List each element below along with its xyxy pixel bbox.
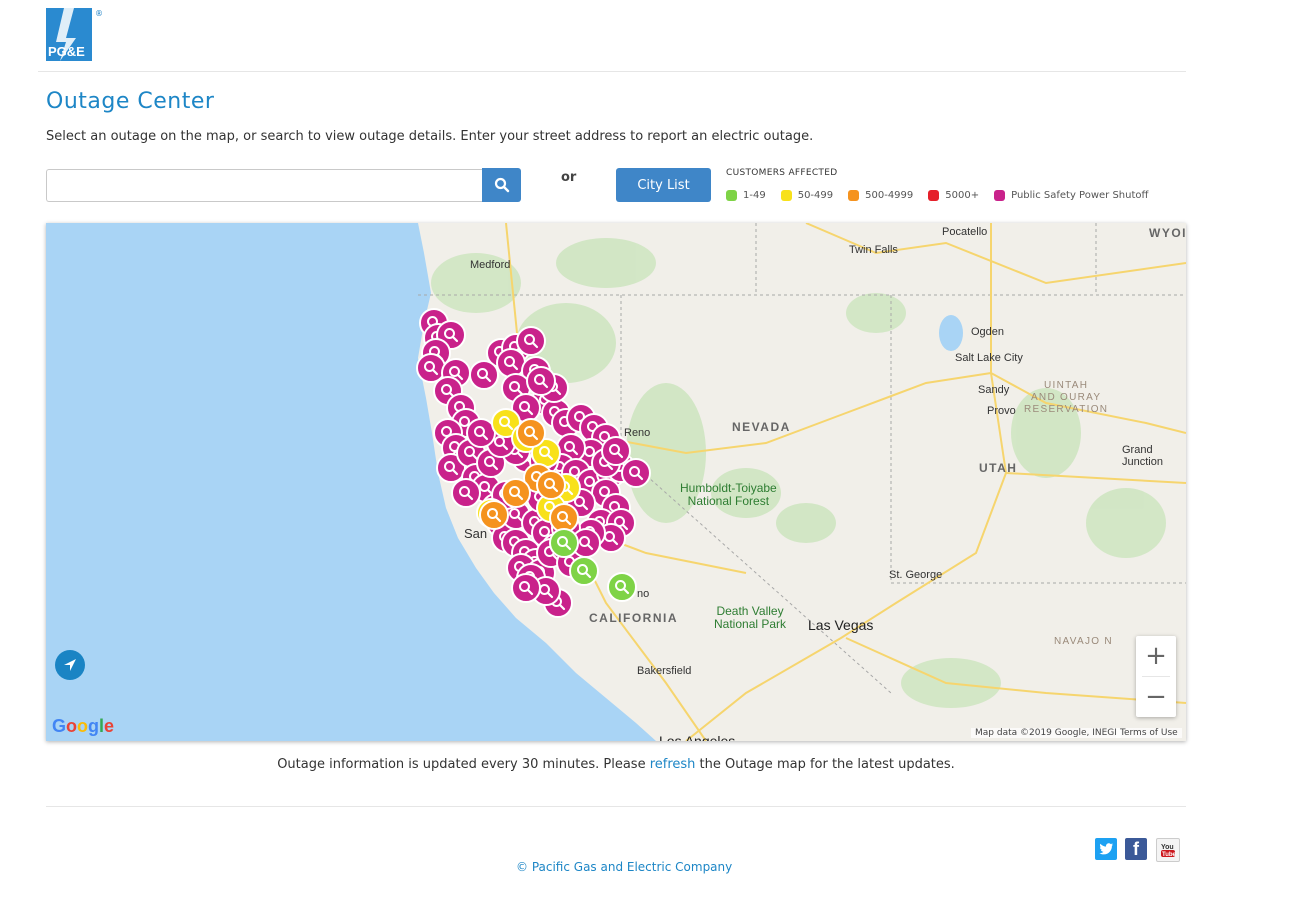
- outage-marker[interactable]: [479, 500, 509, 530]
- legend-item-psps: Public Safety Power Shutoff: [994, 190, 1148, 201]
- header-divider: [38, 71, 1186, 72]
- outage-map[interactable]: Medford Twin Falls Pocatello WYOI Ogden …: [46, 223, 1186, 741]
- svg-text:You: You: [1161, 844, 1174, 851]
- legend-label: 50-499: [797, 190, 834, 201]
- legend-item-5000-plus: 5000+: [928, 190, 979, 201]
- registered-mark: ®: [95, 9, 103, 18]
- legend-label: 500-4999: [865, 190, 914, 201]
- legend-label: 1-49: [743, 190, 766, 201]
- my-location-button[interactable]: [55, 650, 85, 680]
- legend-swatch: [994, 190, 1006, 201]
- outage-marker[interactable]: [549, 528, 579, 558]
- search-icon: [494, 177, 509, 193]
- psps-outage-marker[interactable]: [451, 478, 481, 508]
- legend-item-500-4999: 500-4999: [848, 190, 913, 201]
- legend-label: Public Safety Power Shutoff: [1011, 190, 1149, 201]
- psps-outage-marker[interactable]: [601, 436, 631, 466]
- note-text-after: the Outage map for the latest updates.: [695, 757, 955, 772]
- legend-item-50-499: 50-499: [780, 190, 834, 201]
- search-button[interactable]: [482, 168, 521, 202]
- map-attribution: Map data ©2019 Google, INEGI: [971, 728, 1121, 738]
- outage-marker[interactable]: [536, 470, 566, 500]
- update-note: Outage information is updated every 30 m…: [0, 757, 1232, 772]
- legend-swatch: [848, 190, 860, 201]
- terms-of-use-link[interactable]: Terms of Use: [1116, 728, 1182, 738]
- pge-logo[interactable]: PG&E: [46, 8, 92, 61]
- navigation-arrow-icon: [64, 659, 76, 671]
- footer-divider: [46, 806, 1186, 807]
- legend-swatch: [928, 190, 940, 201]
- outage-marker[interactable]: [501, 478, 531, 508]
- outage-markers-layer[interactable]: [46, 223, 1186, 741]
- psps-outage-marker[interactable]: [469, 360, 499, 390]
- or-label: or: [561, 170, 577, 185]
- psps-outage-marker[interactable]: [496, 348, 526, 378]
- copyright: © Pacific Gas and Electric Company: [516, 860, 733, 874]
- outage-marker[interactable]: [607, 572, 637, 602]
- youtube-icon[interactable]: You Tube: [1156, 838, 1180, 862]
- svg-text:PG&E: PG&E: [48, 44, 85, 59]
- note-text-before: Outage information is updated every 30 m…: [277, 757, 650, 772]
- legend-swatch: [780, 190, 792, 201]
- zoom-in-button[interactable]: +: [1136, 636, 1176, 676]
- page-intro: Select an outage on the map, or search t…: [46, 129, 814, 144]
- svg-text:Tube: Tube: [1162, 852, 1177, 858]
- psps-outage-marker[interactable]: [526, 366, 556, 396]
- city-list-button[interactable]: City List: [616, 168, 711, 202]
- legend: 1-49 50-499 500-4999 5000+ Public Safety…: [726, 190, 1163, 201]
- psps-outage-marker[interactable]: [621, 458, 651, 488]
- outage-marker[interactable]: [569, 556, 599, 586]
- refresh-link[interactable]: refresh: [650, 757, 696, 772]
- twitter-icon[interactable]: [1095, 838, 1117, 860]
- psps-outage-marker[interactable]: [516, 326, 546, 356]
- outage-marker[interactable]: [549, 503, 579, 533]
- google-logo[interactable]: Google: [52, 716, 114, 737]
- page-title: Outage Center: [46, 89, 215, 114]
- legend-swatch: [726, 190, 737, 201]
- psps-outage-marker[interactable]: [416, 353, 446, 383]
- zoom-out-button[interactable]: −: [1136, 677, 1176, 717]
- psps-outage-marker[interactable]: [466, 418, 496, 448]
- facebook-icon[interactable]: f: [1125, 838, 1147, 860]
- address-search-input[interactable]: [46, 169, 482, 202]
- legend-item-1-49: 1-49: [726, 190, 766, 201]
- legend-title: CUSTOMERS AFFECTED: [726, 168, 838, 178]
- psps-outage-marker[interactable]: [511, 573, 541, 603]
- outage-marker[interactable]: [516, 418, 546, 448]
- legend-label: 5000+: [945, 190, 980, 201]
- zoom-controls: + −: [1136, 636, 1176, 717]
